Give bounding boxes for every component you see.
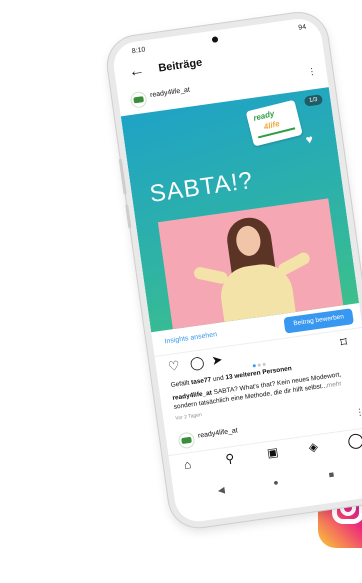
phone-mockup: 8:10 94 ← Beiträge ready4life_at ⋮ ready… xyxy=(104,9,362,532)
back-arrow-icon[interactable]: ← xyxy=(128,62,146,81)
author-name[interactable]: ready4life_at xyxy=(150,87,191,100)
system-back-icon[interactable]: ◀ xyxy=(217,485,225,496)
carousel-dot xyxy=(262,362,266,367)
system-recents-icon[interactable]: ■ xyxy=(328,469,335,480)
caption-more-link[interactable]: mehr xyxy=(326,380,342,389)
bookmark-icon[interactable]: ⌑ xyxy=(339,334,348,350)
post-date: Vor 2 Tagen xyxy=(174,412,203,422)
carousel-dot-active xyxy=(252,364,256,368)
reels-icon[interactable]: ▣ xyxy=(266,445,279,460)
likes-user[interactable]: tase77 xyxy=(191,376,212,386)
search-icon[interactable]: ⚲ xyxy=(225,451,236,466)
ready4life-logo-icon: ready 4life xyxy=(245,99,303,147)
carousel-dot xyxy=(257,363,261,367)
status-time: 8:10 xyxy=(131,46,146,56)
phone-screen: 8:10 94 ← Beiträge ready4life_at ⋮ ready… xyxy=(110,15,362,525)
likes-middle: und xyxy=(210,374,227,384)
avatar[interactable] xyxy=(129,90,148,109)
profile-avatar[interactable] xyxy=(347,432,362,450)
more-options-icon[interactable]: ⋮ xyxy=(355,406,362,417)
scene: 8:10 94 ← Beiträge ready4life_at ⋮ ready… xyxy=(0,0,362,583)
front-camera xyxy=(211,36,219,43)
more-options-icon[interactable]: ⋮ xyxy=(307,66,317,77)
next-author-name[interactable]: ready4life_at xyxy=(198,427,239,440)
post-photo xyxy=(157,198,344,330)
home-icon[interactable]: ⌂ xyxy=(183,457,192,472)
share-icon[interactable]: ➤ xyxy=(211,352,224,368)
comment-icon[interactable]: ◯ xyxy=(189,354,206,371)
status-battery: 94 xyxy=(297,23,307,32)
like-icon[interactable]: ♡ xyxy=(167,358,181,374)
shop-icon[interactable]: ◈ xyxy=(308,439,319,454)
logo-line-2: 4life xyxy=(262,118,281,132)
avatar[interactable] xyxy=(177,431,196,450)
likes-prefix: Gefällt xyxy=(170,379,192,390)
insights-link[interactable]: Insights ansehen xyxy=(164,331,217,345)
post-headline: SABTA!? xyxy=(148,166,255,208)
page-title: Beiträge xyxy=(157,56,203,75)
post-image[interactable]: ready 4life ♥ 1/3 SABTA!? xyxy=(120,87,360,333)
avatar-logo-icon xyxy=(133,96,145,104)
heart-icon: ♥ xyxy=(304,131,314,147)
carousel-counter: 1/3 xyxy=(303,94,324,107)
avatar-logo-icon xyxy=(181,436,192,445)
system-home-icon[interactable]: ● xyxy=(273,477,280,488)
